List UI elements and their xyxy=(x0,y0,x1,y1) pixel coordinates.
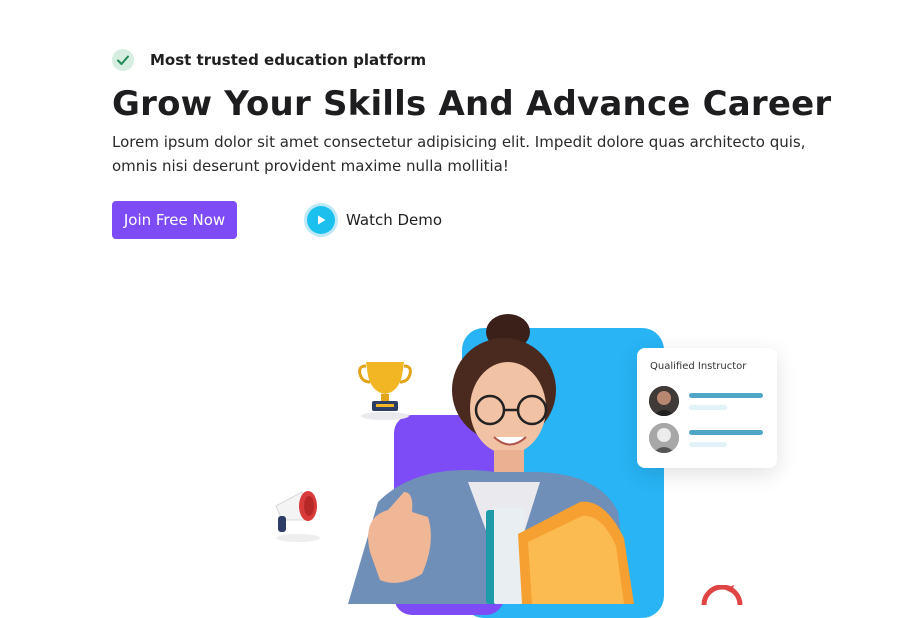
placeholder-bar xyxy=(689,441,727,447)
hero-section: Most trusted education platform Grow You… xyxy=(112,46,832,239)
instructor-card-title: Qualified Instructor xyxy=(650,361,747,372)
avatar xyxy=(649,386,679,416)
qualified-instructor-card: Qualified Instructor xyxy=(637,348,777,468)
placeholder-bar xyxy=(689,392,763,398)
placeholder-bar xyxy=(689,429,763,435)
avatar xyxy=(649,423,679,453)
target-icon xyxy=(701,585,743,605)
instructor-row xyxy=(649,386,763,416)
page-title: Grow Your Skills And Advance Career xyxy=(112,84,832,124)
hero-actions: Join Free Now Watch Demo xyxy=(112,201,442,239)
hero-description: Lorem ipsum dolor sit amet consectetur a… xyxy=(112,133,806,175)
check-icon xyxy=(112,49,134,71)
badge-text: Most trusted education platform xyxy=(150,51,427,69)
trust-badge: Most trusted education platform xyxy=(112,46,832,74)
play-icon xyxy=(304,203,338,237)
watch-demo-label: Watch Demo xyxy=(346,211,443,229)
trophy-icon xyxy=(358,362,412,420)
watch-demo-button[interactable]: Watch Demo xyxy=(304,203,442,237)
join-free-button[interactable]: Join Free Now xyxy=(112,201,237,239)
instructor-row xyxy=(649,423,763,453)
placeholder-bar xyxy=(689,404,727,410)
megaphone-icon xyxy=(275,491,320,542)
